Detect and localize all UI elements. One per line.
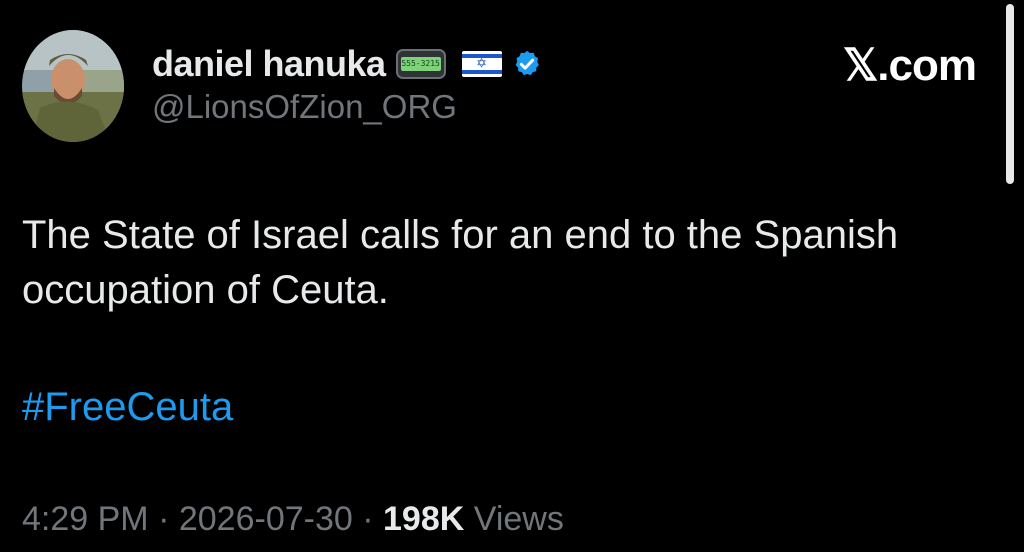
hashtag-link[interactable]: #FreeCeuta — [22, 385, 233, 430]
pager-screen: 555-3215 — [400, 57, 441, 71]
avatar-photo — [22, 30, 124, 142]
meta-separator: · — [362, 500, 374, 538]
author-name-row: daniel hanuka 555-3215 ✡ — [152, 42, 542, 86]
tweet-time[interactable]: 4:29 PM — [22, 500, 149, 538]
tweet-date[interactable]: 2026-07-30 — [179, 500, 353, 538]
tweet-text: The State of Israel calls for an end to … — [22, 213, 899, 312]
author-handle[interactable]: @LionsOfZion_ORG — [152, 88, 457, 126]
author-display-name[interactable]: daniel hanuka — [152, 43, 386, 85]
pager-icon: 555-3215 — [395, 49, 446, 79]
meta-separator: · — [158, 500, 170, 538]
avatar[interactable] — [22, 30, 124, 142]
verified-badge-icon — [515, 50, 539, 76]
views-label: Views — [473, 500, 564, 538]
views-count[interactable]: 198K — [383, 500, 464, 538]
scrollbar[interactable] — [1006, 4, 1014, 184]
x-logo: 𝕏.com — [842, 41, 977, 90]
tweet-meta: 4:29 PM · 2026-07-30 · 198K Views — [22, 500, 564, 539]
israel-flag-icon: ✡ — [461, 51, 502, 77]
tweet-card: daniel hanuka 555-3215 ✡ @LionsOfZion_OR… — [0, 0, 1024, 552]
